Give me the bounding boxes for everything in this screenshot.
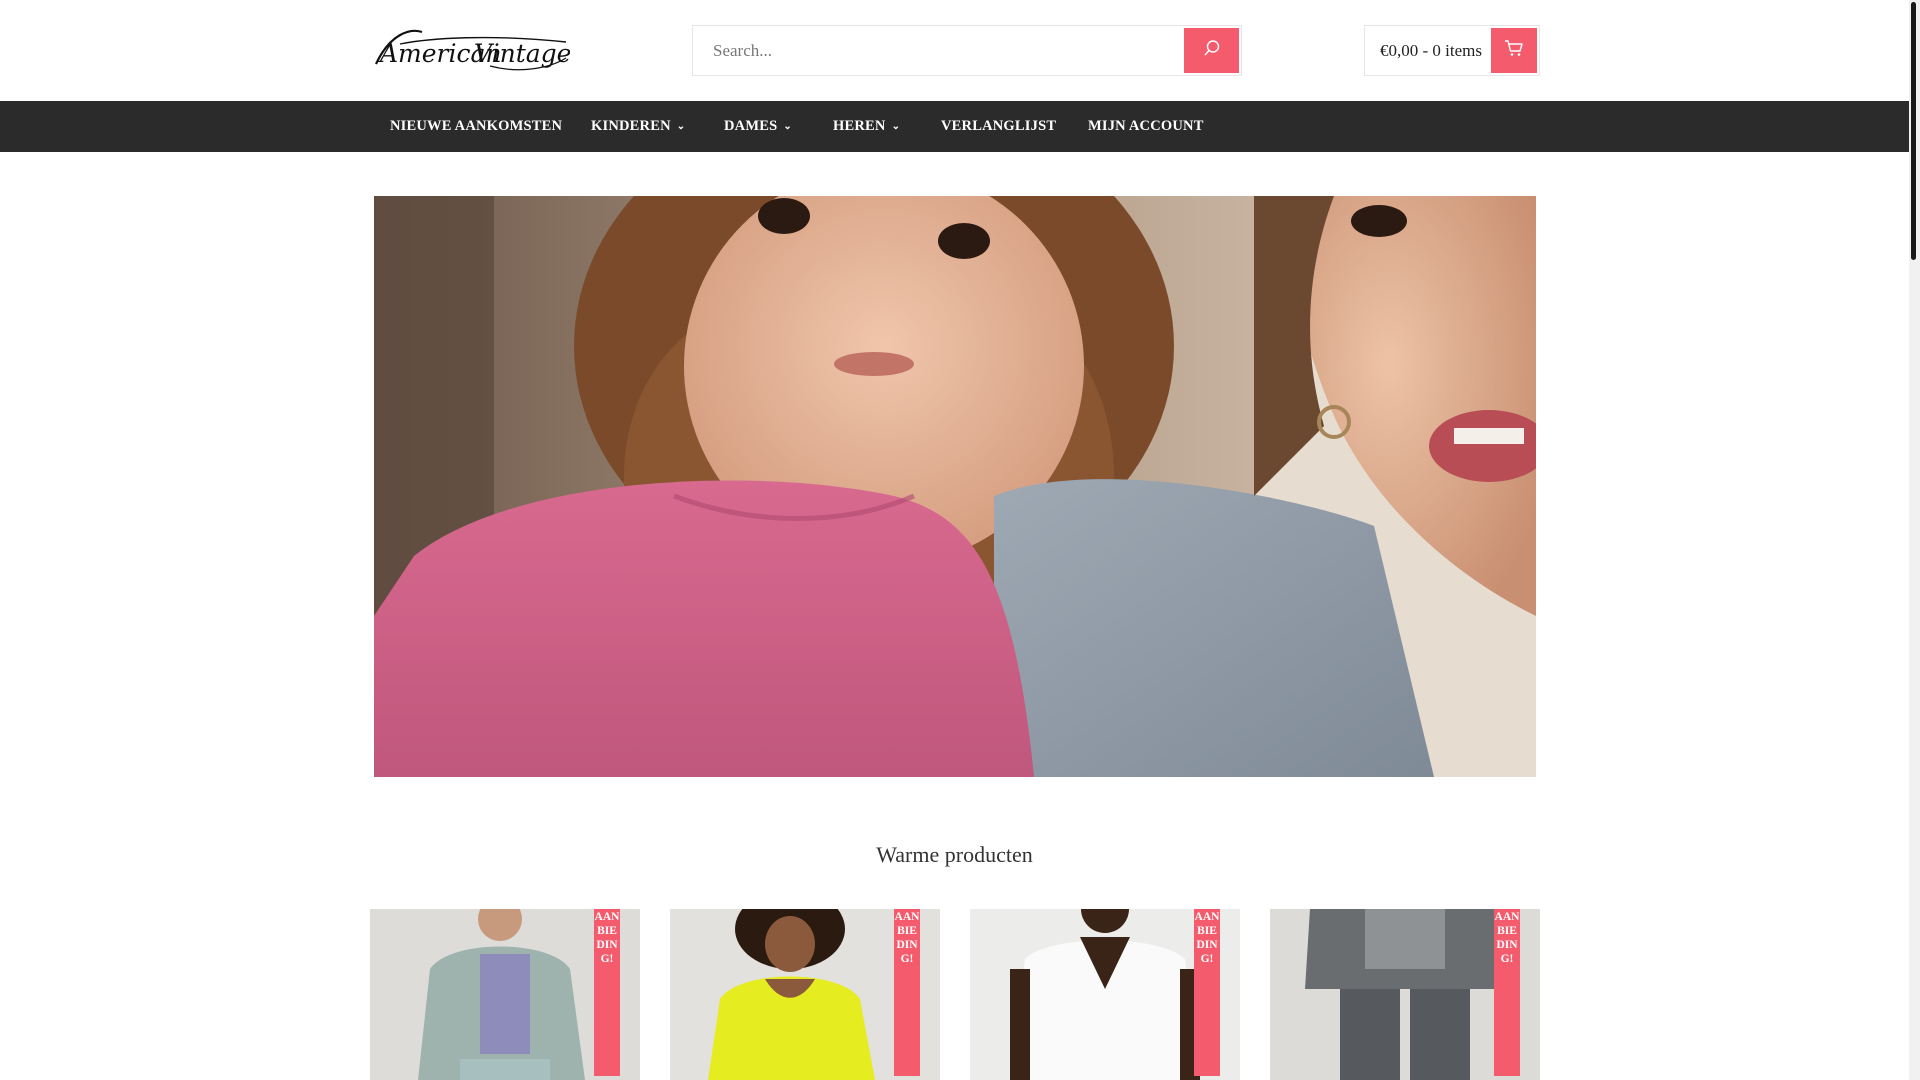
sale-badge: AANBIEDING! [1194,909,1220,1076]
nav-item-verlanglijst[interactable]: VERLANGLIJST [941,101,1056,152]
nav-item-mijn-account[interactable]: MIJN ACCOUNT [1088,101,1204,152]
search-bar [692,25,1242,76]
brand-logo[interactable]: American Vintage [370,24,571,76]
main-nav: NIEUWE AANKOMSTEN KINDEREN ⌄ DAMES ⌄ HEREN… [0,101,1909,152]
sale-badge: AANBIEDING! [1494,909,1520,1076]
nav-item-label: NIEUWE AANKOMSTEN [390,118,563,134]
nav-item-label: MIJN ACCOUNT [1088,118,1204,134]
page-scrollbar[interactable] [1909,0,1920,1080]
product-card[interactable]: AANBIEDING! [970,909,1240,1080]
cart-button[interactable] [1491,28,1537,73]
nav-item-dames[interactable]: DAMES ⌄ [724,101,792,152]
chevron-down-icon: ⌄ [891,121,901,132]
nav-item-label: DAMES [724,118,778,134]
nav-item-heren[interactable]: HEREN ⌄ [833,101,900,152]
hero-banner-image[interactable] [374,196,1536,777]
section-title: Warme producten [876,842,1033,867]
cart-icon [1504,39,1524,62]
nav-item-label: VERLANGLIJST [941,118,1057,134]
site-header: American Vintage €0,00 - 0 items [0,0,1909,101]
cart-summary[interactable]: €0,00 - 0 items [1380,26,1482,75]
search-input[interactable] [693,26,1181,75]
cart-widget[interactable]: €0,00 - 0 items [1364,25,1540,76]
chevron-down-icon: ⌄ [783,121,792,132]
search-button[interactable] [1184,28,1239,73]
nav-item-label: HEREN [833,118,886,134]
product-card[interactable]: AANBIEDING! [1270,909,1540,1080]
scrollbar-thumb[interactable] [1911,2,1916,260]
nav-item-label: KINDEREN [591,118,671,134]
sale-badge: AANBIEDING! [594,909,620,1076]
sale-badge: AANBIEDING! [894,909,920,1076]
product-card[interactable]: AANBIEDING! [670,909,940,1080]
nav-item-new-arrivals[interactable]: NIEUWE AANKOMSTEN [390,101,562,152]
search-icon [1203,39,1221,62]
nav-item-kinderen[interactable]: KINDEREN ⌄ [591,101,685,152]
product-card[interactable]: AANBIEDING! [370,909,640,1080]
chevron-down-icon: ⌄ [676,121,686,132]
